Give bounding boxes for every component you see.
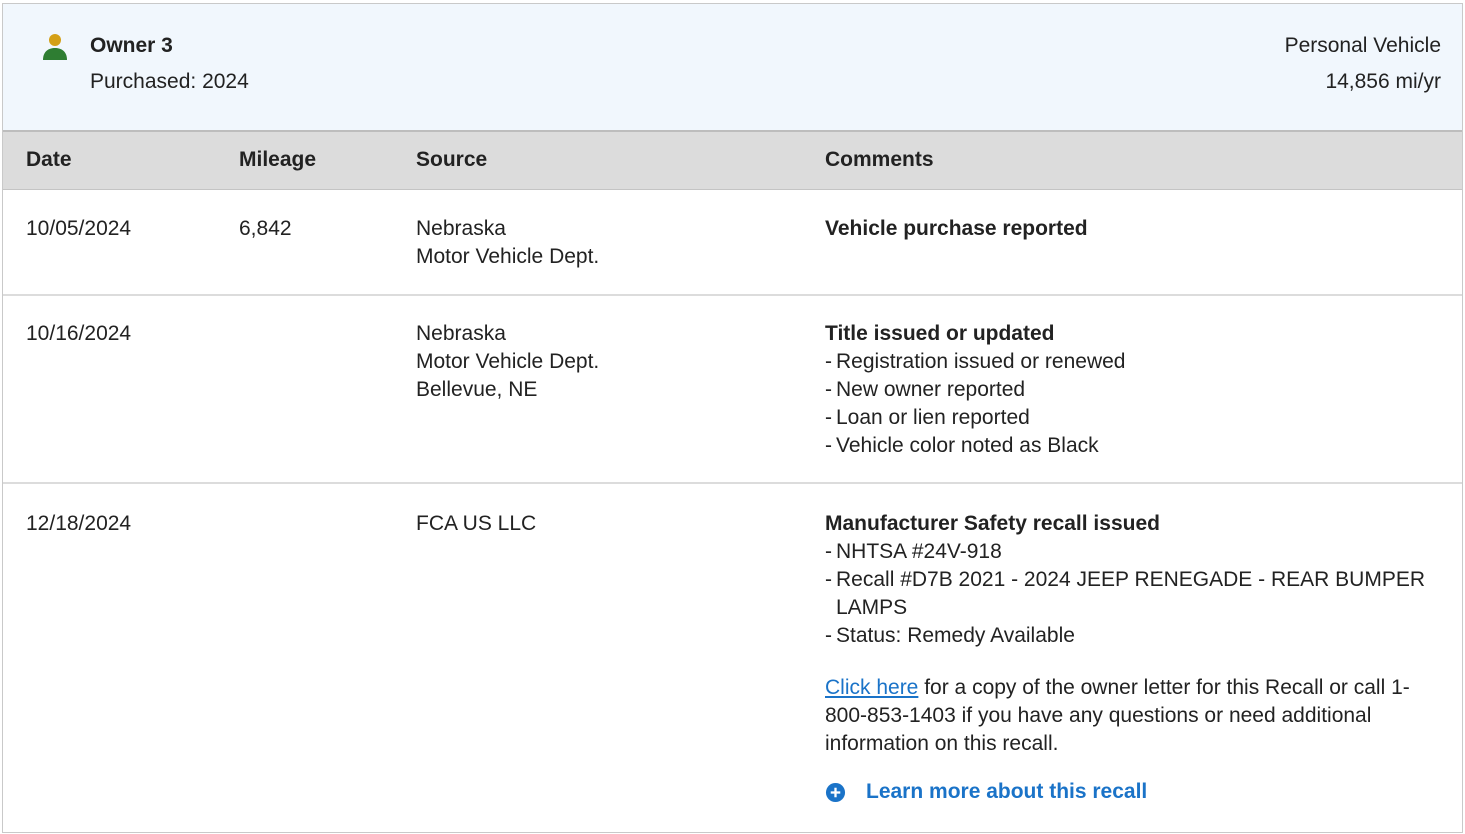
comment-item-text: New owner reported bbox=[836, 378, 1026, 401]
row-comments: Manufacturer Safety recall issued - NHTSA… bbox=[825, 510, 1435, 806]
row-date: 12/18/2024 bbox=[26, 512, 132, 535]
column-header-mileage: Mileage bbox=[239, 148, 317, 171]
owner-history-card: Owner 3 Purchased: 2024 Personal Vehicle… bbox=[2, 3, 1463, 833]
comment-item: - Status: Remedy Available bbox=[825, 624, 1075, 647]
comment-list: - NHTSA #24V-918 - Recall #D7B 2021 - 2024… bbox=[825, 538, 1435, 650]
source-line: Motor Vehicle Dept. bbox=[416, 350, 600, 373]
row-source: FCA US LLC bbox=[416, 510, 536, 538]
source-line: Nebraska bbox=[416, 217, 506, 240]
row-mileage: 6,842 bbox=[239, 217, 292, 240]
person-icon bbox=[43, 34, 67, 60]
row-date: 10/16/2024 bbox=[26, 322, 132, 345]
plus-circle-icon bbox=[825, 782, 846, 802]
comment-item: - Vehicle color noted as Black bbox=[825, 434, 1099, 457]
comment-item-text: Status: Remedy Available bbox=[836, 624, 1075, 647]
vehicle-type: Personal Vehicle bbox=[1284, 34, 1441, 57]
row-source: Nebraska Motor Vehicle Dept. Bellevue, N… bbox=[416, 320, 599, 404]
table-row: 12/18/2024 FCA US LLC Manufacturer Safet… bbox=[3, 484, 1462, 834]
recall-letter-link[interactable]: Click here bbox=[825, 676, 918, 699]
comment-item-text: Loan or lien reported bbox=[836, 406, 1030, 429]
source-line: Motor Vehicle Dept. bbox=[416, 245, 600, 268]
row-comments: Vehicle purchase reported bbox=[825, 215, 1435, 243]
column-header-date: Date bbox=[26, 148, 72, 171]
comment-item-text: NHTSA #24V-918 bbox=[836, 540, 1002, 563]
comment-item-text: Recall #D7B 2021 - 2024 JEEP RENEGADE - … bbox=[836, 568, 1426, 619]
comment-item: - Loan or lien reported bbox=[825, 406, 1030, 429]
table-header-row: Date Mileage Source Comments bbox=[3, 130, 1462, 190]
row-date: 10/05/2024 bbox=[26, 217, 132, 240]
learn-more-recall-button[interactable]: Learn more about this recall bbox=[825, 778, 1435, 806]
owner-header: Owner 3 Purchased: 2024 Personal Vehicle… bbox=[3, 4, 1462, 130]
comment-item: - Recall #D7B 2021 - 2024 JEEP RENEGADE -… bbox=[825, 568, 1426, 619]
row-comments: Title issued or updated - Registration is… bbox=[825, 320, 1435, 460]
comment-item: - New owner reported bbox=[825, 378, 1026, 401]
source-line: Nebraska bbox=[416, 322, 506, 345]
annual-mileage: 14,856 mi/yr bbox=[1325, 70, 1441, 93]
comment-list: - Registration issued or renewed - New own… bbox=[825, 348, 1435, 460]
column-header-source: Source bbox=[416, 148, 488, 171]
column-header-comments: Comments bbox=[825, 148, 934, 171]
comment-item-text: Vehicle color noted as Black bbox=[836, 434, 1099, 457]
table-row: 10/05/2024 6,842 Nebraska Motor Vehicle … bbox=[3, 190, 1462, 296]
recall-note: Click here for a copy of the owner lette… bbox=[825, 674, 1435, 758]
source-line: Bellevue, NE bbox=[416, 378, 538, 401]
comment-title: Vehicle purchase reported bbox=[825, 217, 1088, 240]
table-row: 10/16/2024 Nebraska Motor Vehicle Dept. … bbox=[3, 296, 1462, 484]
row-source: Nebraska Motor Vehicle Dept. bbox=[416, 215, 599, 271]
comment-item: - Registration issued or renewed bbox=[825, 350, 1126, 373]
comment-item-text: Registration issued or renewed bbox=[836, 350, 1126, 373]
learn-more-label: Learn more about this recall bbox=[866, 780, 1148, 803]
comment-item: - NHTSA #24V-918 bbox=[825, 540, 1002, 563]
owner-title: Owner 3 bbox=[90, 34, 173, 57]
owner-purchased-year: Purchased: 2024 bbox=[90, 70, 249, 93]
comment-title: Title issued or updated bbox=[825, 322, 1055, 345]
source-line: FCA US LLC bbox=[416, 512, 537, 535]
comment-title: Manufacturer Safety recall issued bbox=[825, 512, 1160, 535]
